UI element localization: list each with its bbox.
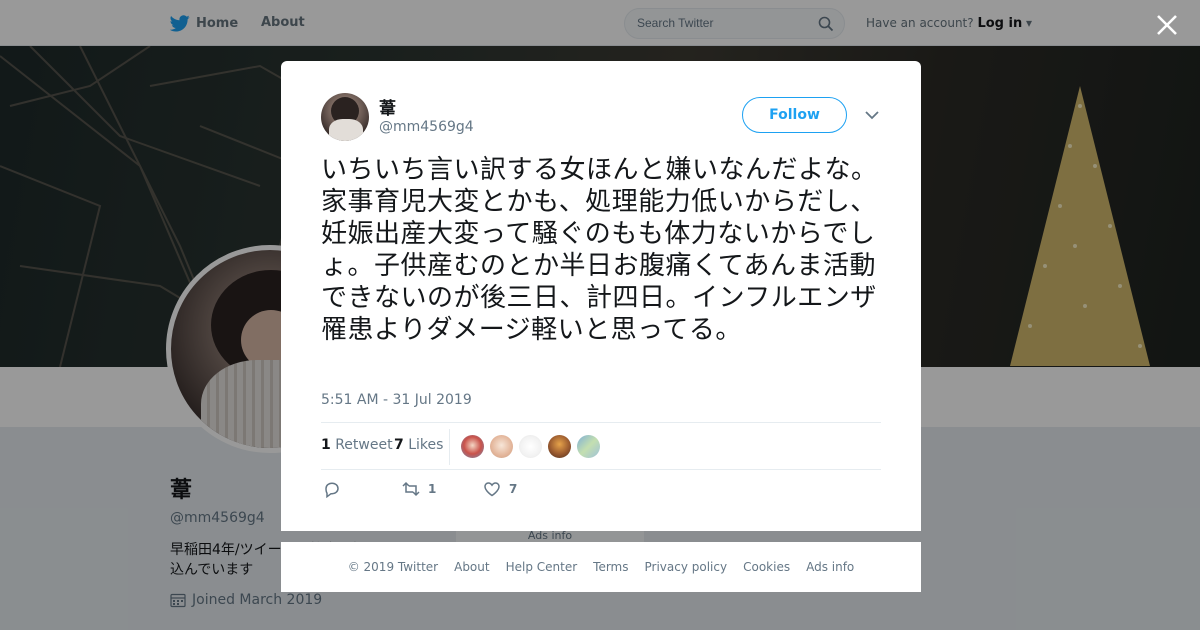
retweet-button[interactable]: 1: [402, 480, 436, 498]
retweet-count: 1: [321, 437, 331, 453]
heart-icon: [484, 482, 500, 497]
likes-stat-label: Likes: [408, 437, 444, 453]
tweet-timestamp[interactable]: 5:51 AM - 31 Jul 2019: [321, 392, 472, 408]
reply-button[interactable]: [323, 480, 341, 498]
retweet-action-count: 1: [428, 482, 437, 496]
footer-help-link[interactable]: Help Center: [506, 560, 578, 574]
footer-terms-link[interactable]: Terms: [593, 560, 628, 574]
retweet-stat-label: Retweet: [335, 437, 393, 453]
footer-copyright: © 2019 Twitter: [347, 560, 439, 574]
liker-avatar[interactable]: [461, 435, 484, 458]
tweet-avatar-shirt: [329, 119, 363, 141]
close-icon[interactable]: [1154, 12, 1180, 38]
tweet-avatar[interactable]: [321, 93, 369, 141]
like-button[interactable]: 7: [483, 480, 517, 498]
follow-button[interactable]: Follow: [742, 97, 847, 133]
footer-cookies-link[interactable]: Cookies: [743, 560, 790, 574]
tweet-author-handle[interactable]: @mm4569g4: [379, 119, 474, 135]
retweet-icon: [402, 481, 420, 497]
stats-divider: [449, 429, 450, 465]
tweet-stats: 1 Retweet 7 Likes: [321, 422, 881, 470]
modal-footer: © 2019 Twitter About Help Center Terms P…: [281, 542, 921, 592]
liker-avatar[interactable]: [577, 435, 600, 458]
like-action-count: 7: [509, 482, 518, 496]
tweet-actions: 1 7: [321, 480, 881, 504]
tweet-text: いちいち言い訳する女ほんと嫌いなんだよな。家事育児大変とかも、処理能力低いからだ…: [321, 155, 878, 345]
likes-count: 7: [394, 437, 404, 453]
liker-avatar[interactable]: [490, 435, 513, 458]
retweet-stat[interactable]: 1 Retweet: [321, 437, 393, 453]
footer-about-link[interactable]: About: [454, 560, 489, 574]
liker-avatar[interactable]: [548, 435, 571, 458]
likes-stat[interactable]: 7 Likes: [394, 437, 443, 453]
footer-ads-link[interactable]: Ads info: [806, 560, 854, 574]
liker-avatars: [461, 435, 600, 458]
reply-icon: [325, 482, 339, 498]
tweet-card: 葦 @mm4569g4 Follow いちいち言い訳する女ほんと嫌いなんだよな。…: [281, 61, 921, 531]
chevron-down-icon[interactable]: [864, 109, 880, 121]
footer-privacy-link[interactable]: Privacy policy: [645, 560, 728, 574]
liker-avatar[interactable]: [519, 435, 542, 458]
tweet-author-name[interactable]: 葦: [379, 94, 396, 119]
